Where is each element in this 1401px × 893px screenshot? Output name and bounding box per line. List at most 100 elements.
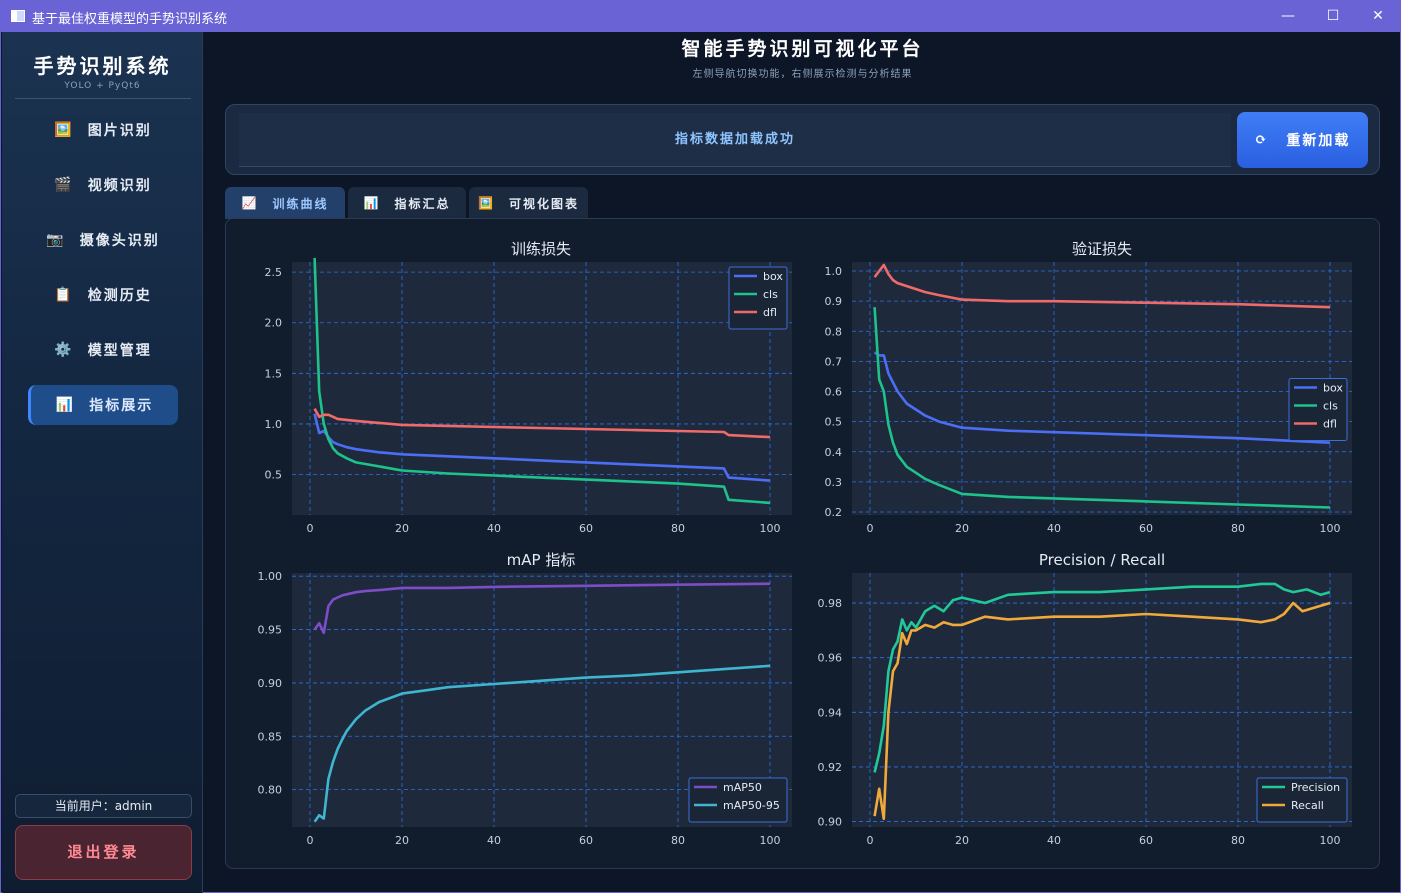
video-icon: 🎬	[54, 177, 74, 193]
x-tick-label: 40	[487, 834, 501, 847]
chart-3: Precision / Recall 0 20 40 60 80 100 0.90 0.92 0.…	[818, 551, 1352, 847]
sidebar-item-label: 检测历史	[87, 288, 152, 304]
close-button[interactable]: ✕	[1355, 1, 1401, 32]
legend-label: dfl	[1323, 418, 1337, 431]
app-icon	[11, 10, 25, 22]
chart-1: 验证损失 0 20 40 60 80 100 0.2 0.3 0.4 0.5 0.6 0.7 0.8 0.9…	[825, 240, 1352, 535]
legend-label: mAP50	[723, 781, 762, 794]
reload-button[interactable]: ⟳ 重新加载	[1237, 112, 1368, 168]
bar-chart-icon: 📊	[363, 196, 381, 210]
x-tick-label: 80	[671, 834, 685, 847]
legend-label: mAP50-95	[723, 799, 780, 812]
sidebar-item-model[interactable]: ⚙️ 模型管理	[28, 330, 178, 370]
x-tick-label: 20	[395, 834, 409, 847]
page-subtitle: 左侧导航切换功能，右侧展示检测与分析结果	[692, 69, 913, 80]
chart-title: Precision / Recall	[1039, 551, 1165, 569]
y-tick-label: 1.00	[258, 570, 283, 583]
status-panel: 指标数据加载成功 ⟳ 重新加载	[225, 104, 1380, 175]
chart-legend: Precision Recall	[1256, 777, 1348, 823]
sidebar-item-label: 视频识别	[87, 178, 152, 194]
bar-chart-icon: 📊	[55, 397, 76, 413]
y-tick-label: 0.8	[825, 325, 843, 338]
x-tick-label: 100	[1320, 522, 1341, 535]
x-tick-label: 100	[760, 522, 781, 535]
x-tick-label: 100	[1320, 834, 1341, 847]
sidebar-item-label: 图片识别	[87, 123, 152, 139]
brand-divider	[15, 98, 191, 99]
x-tick-label: 40	[1047, 522, 1061, 535]
minimize-button[interactable]: —	[1265, 1, 1311, 32]
x-tick-label: 20	[955, 834, 969, 847]
chart-0: 训练损失 0 20 40 60 80 100 0.5 1.0 1.5 2.0 2.5 box cls dfl	[265, 240, 792, 535]
x-tick-label: 40	[1047, 834, 1061, 847]
y-tick-label: 1.0	[265, 418, 283, 431]
y-tick-label: 0.85	[258, 730, 283, 743]
chart-legend: box cls dfl	[1288, 378, 1348, 441]
charts-panel: 训练损失 0 20 40 60 80 100 0.5 1.0 1.5 2.0 2.5 box cls dfl…	[225, 218, 1380, 869]
brand-title: 手势识别系统	[33, 54, 172, 78]
sidebar-item-image[interactable]: 🖼️ 图片识别	[28, 110, 178, 150]
image-icon: 🖼️	[54, 122, 74, 138]
sidebar-item-video[interactable]: 🎬 视频识别	[28, 165, 178, 205]
minimize-icon: —	[1281, 8, 1295, 24]
tab-visual-charts[interactable]: 🖼️ 可视化图表	[469, 187, 588, 219]
x-tick-label: 40	[487, 522, 501, 535]
sidebar-item-metrics[interactable]: 📊 指标展示	[28, 385, 178, 425]
legend-label: box	[1323, 382, 1343, 395]
y-tick-label: 2.5	[265, 266, 283, 279]
tab-label: 指标汇总	[394, 196, 451, 211]
y-tick-label: 0.4	[825, 446, 843, 459]
sidebar-item-label: 模型管理	[87, 343, 152, 359]
sidebar-item-label: 摄像头识别	[79, 233, 160, 249]
x-tick-label: 100	[760, 834, 781, 847]
y-tick-label: 0.9	[825, 295, 843, 308]
chart-title: 验证损失	[1072, 240, 1132, 258]
window-title: 基于最佳权重模型的手势识别系统	[32, 12, 228, 27]
sidebar-item-label: 指标展示	[89, 398, 154, 414]
y-tick-label: 2.0	[265, 317, 283, 330]
tab-label: 训练曲线	[272, 196, 329, 211]
chart-line-icon: 📈	[241, 196, 259, 210]
logout-button[interactable]: 退出登录	[15, 825, 192, 880]
refresh-icon: ⟳	[1254, 132, 1269, 148]
sidebar: 手势识别系统 YOLO + PyQt6 🖼️ 图片识别 🎬 视频识别 📷 摄像头识别 📋 检测…	[2, 32, 203, 893]
gear-icon: ⚙️	[54, 342, 74, 358]
brand-subtitle: YOLO + PyQt6	[64, 81, 141, 91]
camera-icon: 📷	[46, 232, 66, 248]
y-tick-label: 0.98	[818, 597, 843, 610]
charts-canvas: 训练损失 0 20 40 60 80 100 0.5 1.0 1.5 2.0 2.5 box cls dfl…	[258, 240, 1352, 847]
chart-legend: mAP50 mAP50-95	[688, 777, 788, 823]
y-tick-label: 0.7	[825, 355, 843, 368]
tab-training-curves[interactable]: 📈 训练曲线	[225, 187, 345, 219]
image-icon: 🖼️	[478, 196, 495, 210]
maximize-button[interactable]: ☐	[1310, 1, 1356, 32]
y-tick-label: 0.92	[818, 761, 843, 774]
tab-metrics-summary[interactable]: 📊 指标汇总	[348, 187, 466, 219]
clipboard-icon: 📋	[54, 287, 74, 303]
y-tick-label: 0.90	[258, 677, 283, 690]
x-tick-label: 0	[307, 834, 314, 847]
y-tick-label: 0.96	[818, 652, 843, 665]
y-tick-label: 0.3	[825, 476, 843, 489]
y-tick-label: 0.5	[825, 416, 843, 429]
x-tick-label: 0	[867, 834, 874, 847]
x-tick-label: 20	[395, 522, 409, 535]
chart-title: 训练损失	[511, 240, 571, 258]
y-tick-label: 1.0	[825, 265, 843, 278]
y-tick-label: 0.95	[258, 624, 283, 637]
sidebar-item-camera[interactable]: 📷 摄像头识别	[28, 220, 178, 260]
legend-label: box	[763, 270, 783, 283]
y-tick-label: 0.80	[258, 784, 283, 797]
y-tick-label: 0.90	[818, 816, 843, 829]
x-tick-label: 80	[1231, 834, 1245, 847]
x-tick-label: 20	[955, 522, 969, 535]
page-title: 智能手势识别可视化平台	[681, 38, 924, 60]
legend-label: Recall	[1291, 799, 1324, 812]
current-user-label: 当前用户：admin	[15, 794, 192, 818]
y-tick-label: 1.5	[265, 367, 283, 380]
legend-label: cls	[763, 288, 778, 301]
x-tick-label: 0	[867, 522, 874, 535]
chart-title: mAP 指标	[507, 551, 576, 569]
title-bar[interactable]: 基于最佳权重模型的手势识别系统 — ☐ ✕	[1, 1, 1401, 32]
sidebar-item-history[interactable]: 📋 检测历史	[28, 275, 178, 315]
